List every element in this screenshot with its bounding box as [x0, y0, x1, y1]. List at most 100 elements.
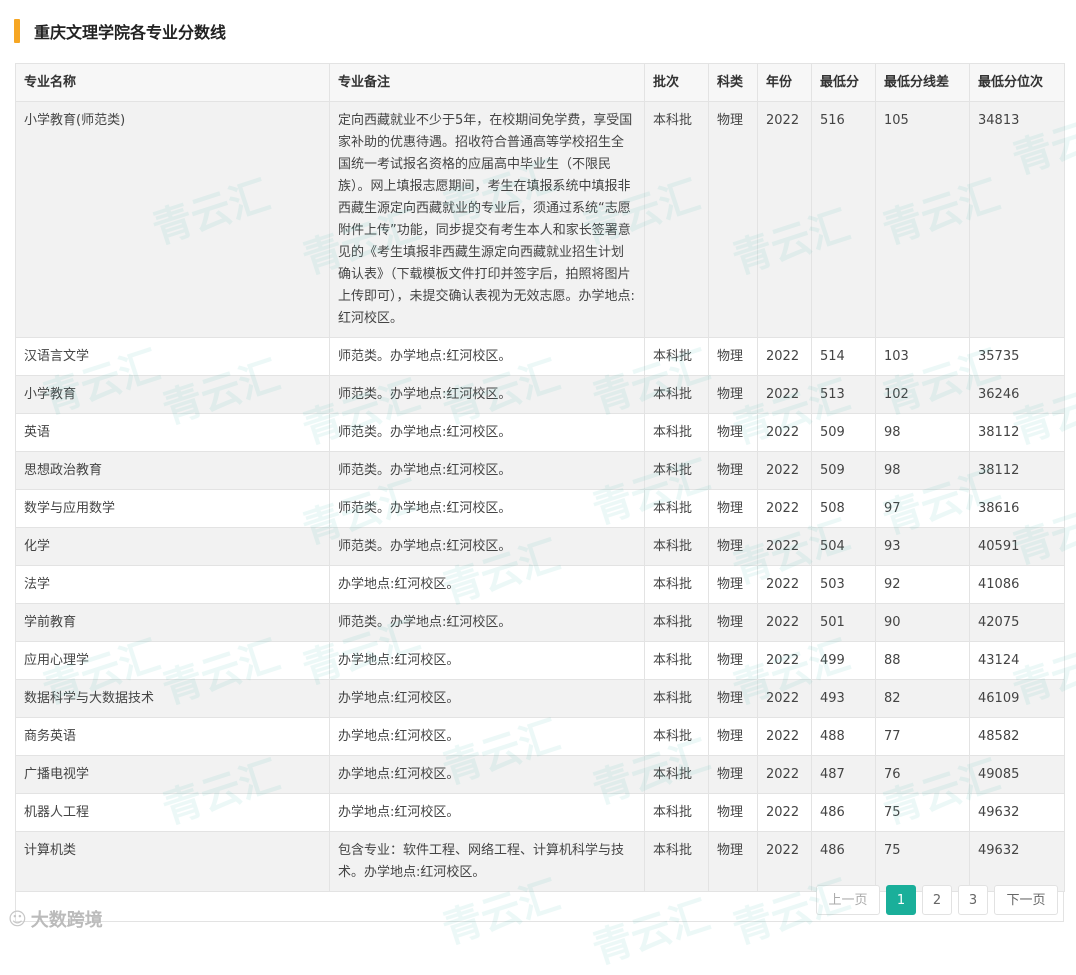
cell-subject: 物理	[708, 679, 758, 718]
cell-subject: 物理	[708, 641, 758, 680]
prev-page-button[interactable]: 上一页	[816, 885, 880, 915]
cell-score-diff: 98	[875, 413, 970, 452]
cell-major-note: 办学地点:红河校区。	[329, 679, 645, 718]
cell-subject: 物理	[708, 375, 758, 414]
cell-major-note: 定向西藏就业不少于5年，在校期间免学费，享受国家补助的优惠待遇。招收符合普通高等…	[329, 101, 645, 338]
cell-subject: 物理	[708, 101, 758, 338]
cell-batch: 本科批	[644, 375, 709, 414]
cell-score-diff: 82	[875, 679, 970, 718]
cell-score-diff: 92	[875, 565, 970, 604]
cell-batch: 本科批	[644, 641, 709, 680]
header-subject: 科类	[708, 63, 758, 102]
cell-major-name: 数学与应用数学	[15, 489, 330, 528]
cell-min-rank: 40591	[969, 527, 1065, 566]
header-min-rank: 最低分位次	[969, 63, 1065, 102]
cell-min-rank: 42075	[969, 603, 1065, 642]
cell-subject: 物理	[708, 831, 758, 892]
cell-min-rank: 34813	[969, 101, 1065, 338]
cell-major-note: 办学地点:红河校区。	[329, 755, 645, 794]
cell-major-note: 师范类。办学地点:红河校区。	[329, 451, 645, 490]
cell-major-name: 商务英语	[15, 717, 330, 756]
cell-min-score: 493	[811, 679, 876, 718]
cell-major-name: 化学	[15, 527, 330, 566]
cell-year: 2022	[757, 793, 812, 832]
cell-batch: 本科批	[644, 337, 709, 376]
cell-major-name: 法学	[15, 565, 330, 604]
cell-min-score: 509	[811, 451, 876, 490]
cell-year: 2022	[757, 527, 812, 566]
cell-min-score: 509	[811, 413, 876, 452]
cell-score-diff: 77	[875, 717, 970, 756]
cell-batch: 本科批	[644, 489, 709, 528]
table-row: 汉语言文学 师范类。办学地点:红河校区。 本科批 物理 2022 514 103 35735	[15, 337, 1065, 376]
cell-min-score: 486	[811, 793, 876, 832]
cell-min-score: 501	[811, 603, 876, 642]
cell-major-note: 师范类。办学地点:红河校区。	[329, 337, 645, 376]
cell-year: 2022	[757, 451, 812, 490]
cell-min-rank: 35735	[969, 337, 1065, 376]
cell-min-score: 516	[811, 101, 876, 338]
cell-year: 2022	[757, 641, 812, 680]
brand-logo: ☺ 大数跨境	[8, 906, 103, 932]
cell-major-note: 办学地点:红河校区。	[329, 717, 645, 756]
cell-score-diff: 75	[875, 793, 970, 832]
cell-year: 2022	[757, 337, 812, 376]
cell-batch: 本科批	[644, 527, 709, 566]
cell-batch: 本科批	[644, 565, 709, 604]
cell-min-score: 488	[811, 717, 876, 756]
score-table-container: 专业名称 专业备注 批次 科类 年份 最低分 最低分线差 最低分位次 小学教育(师范类) 定向西…	[15, 63, 1065, 922]
cell-min-rank: 38112	[969, 413, 1065, 452]
cell-batch: 本科批	[644, 413, 709, 452]
cell-major-name: 英语	[15, 413, 330, 452]
cell-batch: 本科批	[644, 717, 709, 756]
cell-min-score: 503	[811, 565, 876, 604]
cell-batch: 本科批	[644, 451, 709, 490]
next-page-button[interactable]: 下一页	[994, 885, 1058, 915]
cell-min-rank: 38112	[969, 451, 1065, 490]
page-title: 重庆文理学院各专业分数线	[34, 23, 227, 42]
header-score-diff: 最低分线差	[875, 63, 970, 102]
cell-min-rank: 41086	[969, 565, 1065, 604]
cell-major-name: 汉语言文学	[15, 337, 330, 376]
table-row: 商务英语 办学地点:红河校区。 本科批 物理 2022 488 77 48582	[15, 717, 1065, 756]
cell-year: 2022	[757, 717, 812, 756]
cell-batch: 本科批	[644, 679, 709, 718]
cell-batch: 本科批	[644, 755, 709, 794]
cell-min-score: 499	[811, 641, 876, 680]
cell-year: 2022	[757, 413, 812, 452]
cell-score-diff: 88	[875, 641, 970, 680]
cell-subject: 物理	[708, 793, 758, 832]
cell-major-note: 办学地点:红河校区。	[329, 565, 645, 604]
cell-batch: 本科批	[644, 793, 709, 832]
cell-score-diff: 103	[875, 337, 970, 376]
cell-major-note: 师范类。办学地点:红河校区。	[329, 527, 645, 566]
cell-score-diff: 102	[875, 375, 970, 414]
cell-major-name: 应用心理学	[15, 641, 330, 680]
cell-year: 2022	[757, 375, 812, 414]
table-row: 数学与应用数学 师范类。办学地点:红河校区。 本科批 物理 2022 508 97 38616	[15, 489, 1065, 528]
cell-min-rank: 49085	[969, 755, 1065, 794]
cell-min-score: 514	[811, 337, 876, 376]
cell-min-score: 486	[811, 831, 876, 892]
cell-major-note: 办学地点:红河校区。	[329, 641, 645, 680]
cell-major-name: 小学教育	[15, 375, 330, 414]
cell-year: 2022	[757, 101, 812, 338]
cell-major-name: 计算机类	[15, 831, 330, 892]
table-row: 广播电视学 办学地点:红河校区。 本科批 物理 2022 487 76 49085	[15, 755, 1065, 794]
cell-score-diff: 97	[875, 489, 970, 528]
page-1-button[interactable]: 1	[886, 885, 916, 915]
cell-min-rank: 49632	[969, 793, 1065, 832]
cell-year: 2022	[757, 565, 812, 604]
page-2-button[interactable]: 2	[922, 885, 952, 915]
table-row: 数据科学与大数据技术 办学地点:红河校区。 本科批 物理 2022 493 82 46109	[15, 679, 1065, 718]
cell-subject: 物理	[708, 527, 758, 566]
page-3-button[interactable]: 3	[958, 885, 988, 915]
cell-major-name: 数据科学与大数据技术	[15, 679, 330, 718]
cell-subject: 物理	[708, 451, 758, 490]
cell-major-name: 机器人工程	[15, 793, 330, 832]
table-row: 思想政治教育 师范类。办学地点:红河校区。 本科批 物理 2022 509 98 38112	[15, 451, 1065, 490]
cell-major-note: 办学地点:红河校区。	[329, 793, 645, 832]
cell-min-rank: 48582	[969, 717, 1065, 756]
cell-batch: 本科批	[644, 101, 709, 338]
cell-min-rank: 36246	[969, 375, 1065, 414]
